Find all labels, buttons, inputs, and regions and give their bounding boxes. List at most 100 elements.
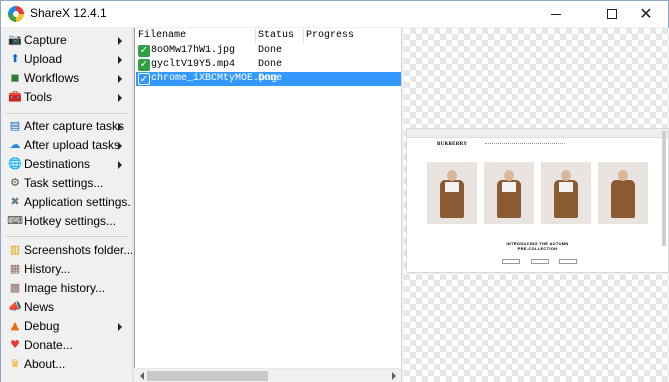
- preview-buttons: [502, 259, 577, 264]
- heart-icon: ♥: [10, 338, 20, 351]
- minimize-icon: [551, 13, 561, 15]
- preview-button: [559, 259, 577, 264]
- submenu-arrow-icon: [118, 37, 122, 45]
- menu-item-label: History...: [24, 262, 71, 276]
- browser-toolbar: [407, 129, 668, 138]
- menu-item-label: Application settings...: [24, 195, 138, 209]
- menu-item-upload[interactable]: ⬆ Upload: [1, 50, 132, 69]
- close-icon: ✕: [639, 4, 653, 23]
- menu-item-image-history[interactable]: ▩ Image history...: [1, 279, 132, 298]
- sharex-logo-icon: [8, 6, 24, 22]
- row-status: Done: [258, 59, 283, 70]
- menu-item-capture[interactable]: 📷 Capture: [1, 31, 132, 50]
- keyboard-icon: ⌨: [7, 214, 23, 227]
- preview-brand: BURBERRY: [437, 142, 468, 147]
- menu-item-label: Workflows: [24, 71, 80, 85]
- preview-button: [530, 259, 549, 264]
- preview-model-image: [484, 162, 534, 224]
- menu-item-label: Screenshots folder...: [24, 243, 134, 257]
- menu-separator: [5, 236, 128, 237]
- done-check-icon: ✓: [138, 73, 150, 85]
- wrench-icon: ✖: [10, 195, 20, 208]
- scrollbar-thumb[interactable]: [147, 371, 268, 381]
- menu-item-label: Donate...: [24, 338, 73, 352]
- camera-icon: 📷: [8, 33, 22, 46]
- menu-item-after-capture-tasks[interactable]: ▤ After capture tasks: [1, 117, 132, 136]
- preview-model-image: [427, 162, 477, 224]
- column-header-filename[interactable]: Filename: [136, 28, 256, 45]
- after-upload-icon: ☁: [9, 138, 21, 151]
- megaphone-icon: 📣: [8, 300, 22, 313]
- screenshot-thumbnail: BURBERRY INTRODUCING THE AUTUMN PRE-COLL…: [406, 128, 669, 273]
- menu-item-label: Upload: [24, 52, 63, 66]
- row-status: Done: [258, 45, 283, 56]
- menu-item-label: About...: [24, 357, 66, 371]
- menu-item-tools[interactable]: 🧰 Tools: [1, 88, 132, 107]
- menu-item-task-settings[interactable]: ⚙ Task settings...: [1, 174, 132, 193]
- submenu-arrow-icon: [118, 123, 122, 131]
- scroll-right-icon[interactable]: [386, 369, 401, 382]
- menu-item-after-upload-tasks[interactable]: ☁ After upload tasks: [1, 136, 132, 155]
- menu-item-about[interactable]: ♛ About...: [1, 355, 132, 374]
- horizontal-scrollbar[interactable]: [134, 368, 401, 382]
- close-button[interactable]: ✕: [624, 1, 668, 27]
- menu-item-label: Capture: [24, 33, 67, 47]
- menu-item-hotkey-settings[interactable]: ⌨ Hotkey settings...: [1, 212, 132, 231]
- window-title: ShareX 12.4.1: [30, 6, 107, 20]
- done-check-icon: ✓: [138, 45, 150, 57]
- submenu-arrow-icon: [118, 161, 122, 169]
- toolbox-icon: 🧰: [8, 90, 22, 103]
- upload-arrow-icon: ⬆: [10, 52, 20, 65]
- table-row[interactable]: ✓ gycltV19Y5.mp4 Done: [136, 58, 402, 72]
- menu-item-news[interactable]: 📣 News: [1, 298, 132, 317]
- preview-model-image: [598, 162, 648, 224]
- preview-scrollbar: [662, 131, 666, 246]
- sharex-window: ShareX 12.4.1 ✕ 📷 Capture ⬆ Upload ◼ Wor…: [0, 0, 669, 382]
- preview-button: [502, 259, 520, 264]
- table-row[interactable]: ✓ 8oOMw17hW1.jpg Done: [136, 44, 402, 58]
- debug-cone-icon: ▲: [10, 319, 20, 332]
- submenu-arrow-icon: [118, 56, 122, 64]
- workflow-icon: ◼: [10, 71, 20, 84]
- column-header-progress[interactable]: Progress: [304, 28, 401, 45]
- menu-item-label: Tools: [24, 90, 53, 104]
- menu-item-label: After capture tasks: [24, 119, 125, 133]
- submenu-arrow-icon: [118, 323, 122, 331]
- menu-item-history[interactable]: ▦ History...: [1, 260, 132, 279]
- submenu-arrow-icon: [118, 75, 122, 83]
- menu-separator: [5, 113, 128, 114]
- minimize-button[interactable]: [534, 1, 578, 27]
- menu-item-workflows[interactable]: ◼ Workflows: [1, 69, 132, 88]
- menu-item-label: Hotkey settings...: [24, 214, 117, 228]
- preview-headline-line2: PRE-COLLECTION: [517, 246, 558, 251]
- task-list[interactable]: Filename Status Progress ✓ 8oOMw17hW1.jp…: [134, 28, 402, 382]
- title-bar[interactable]: ShareX 12.4.1 ✕: [1, 1, 668, 27]
- row-status: Done: [258, 73, 283, 84]
- menu-item-screenshots-folder[interactable]: ▥ Screenshots folder...: [1, 241, 134, 260]
- gear-icon: ⚙: [10, 176, 20, 189]
- preview-headline: INTRODUCING THE AUTUMN PRE-COLLECTION: [407, 241, 668, 251]
- table-row-selected[interactable]: ✓ chrome_iXBCMtyMOE.png Done: [136, 72, 402, 86]
- row-filename: 8oOMw17hW1.jpg: [151, 45, 236, 56]
- menu-item-label: Destinations: [24, 157, 91, 171]
- column-header-status[interactable]: Status: [256, 28, 303, 45]
- after-capture-icon: ▤: [9, 119, 21, 132]
- preview-model-image: [541, 162, 591, 224]
- menu-item-debug[interactable]: ▲ Debug: [1, 317, 132, 336]
- menu-item-donate[interactable]: ♥ Donate...: [1, 336, 132, 355]
- submenu-arrow-icon: [118, 142, 122, 150]
- menu-item-destinations[interactable]: 🌐 Destinations: [1, 155, 132, 174]
- history-icon: ▦: [9, 262, 21, 275]
- row-filename: gycltV19Y5.mp4: [151, 59, 236, 70]
- menu-item-application-settings[interactable]: ✖ Application settings...: [1, 193, 137, 212]
- preview-nav-links: [485, 143, 565, 146]
- menu-item-label: Task settings...: [24, 176, 104, 190]
- image-preview[interactable]: BURBERRY INTRODUCING THE AUTUMN PRE-COLL…: [404, 28, 669, 382]
- crown-icon: ♛: [10, 357, 20, 370]
- globe-icon: 🌐: [8, 157, 22, 170]
- folder-icon: ▥: [9, 243, 21, 256]
- main-menu: 📷 Capture ⬆ Upload ◼ Workflows 🧰 Tools ▤…: [1, 28, 137, 382]
- menu-item-label: Debug: [24, 319, 60, 333]
- image-history-icon: ▩: [9, 281, 21, 294]
- menu-item-label: Image history...: [24, 281, 106, 295]
